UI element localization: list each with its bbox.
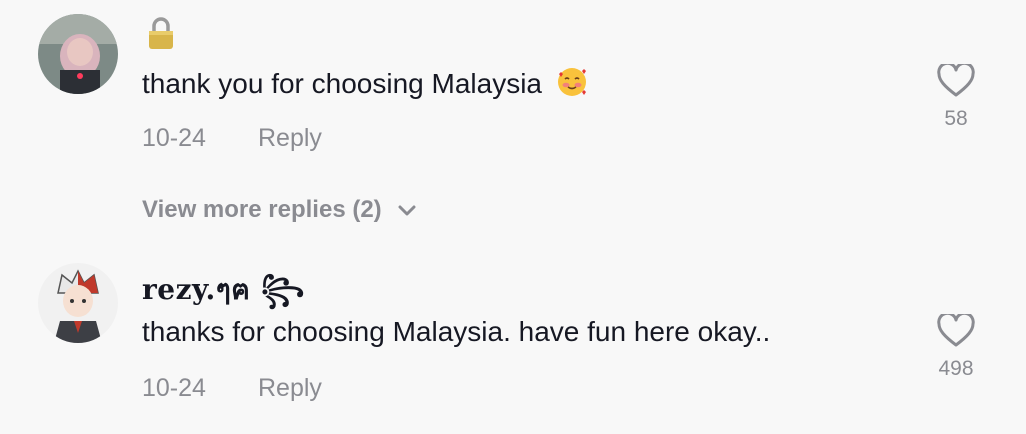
reply-button[interactable]: Reply — [258, 374, 322, 402]
lock-icon — [146, 16, 176, 55]
like-button[interactable]: 498 — [934, 314, 978, 381]
like-count: 498 — [938, 357, 974, 380]
avatar[interactable] — [38, 263, 118, 343]
comment-meta: 10-24 Reply — [142, 124, 322, 153]
comment-date: 10-24 — [142, 374, 206, 402]
comment-meta: 10-24 Reply — [142, 374, 322, 403]
view-more-replies-button[interactable]: View more replies (2) — [142, 196, 416, 224]
comment-text: thanks for choosing Malaysia. have fun h… — [142, 316, 770, 348]
comment-text: thank you for choosing Malaysia — [142, 66, 588, 105]
smiling-face-with-hearts-emoji — [556, 66, 588, 105]
chevron-down-icon — [398, 205, 416, 216]
avatar[interactable] — [38, 14, 118, 94]
comment-date: 10-24 — [142, 124, 206, 152]
heart-icon — [937, 64, 975, 97]
avatar-image — [38, 263, 118, 343]
heart-icon — [937, 314, 975, 347]
reply-button[interactable]: Reply — [258, 124, 322, 152]
like-button[interactable]: 58 — [934, 64, 978, 131]
avatar-image — [38, 14, 118, 94]
comment-text-label: thank you for choosing Malaysia — [142, 67, 542, 99]
like-count: 58 — [944, 107, 968, 130]
comment-text-label: thanks for choosing Malaysia. have fun h… — [142, 316, 771, 347]
view-more-replies-label: View more replies (2) — [142, 196, 382, 223]
